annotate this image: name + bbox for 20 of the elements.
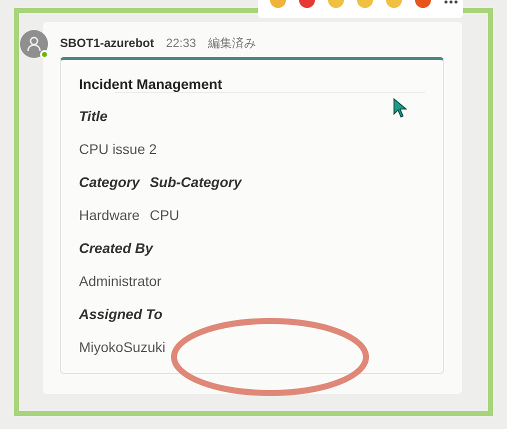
field-label: Title <box>79 107 108 126</box>
field-label: Category <box>79 173 140 192</box>
more-icon[interactable] <box>444 0 458 6</box>
card-title: Incident Management <box>79 75 224 94</box>
message-time: 22:33 <box>166 35 196 52</box>
edited-label: 編集済み <box>208 35 256 52</box>
field-value: MiyokoSuzuki <box>79 338 166 357</box>
cursor-icon <box>393 98 407 118</box>
field-value: Administrator <box>79 272 162 291</box>
field-value: CPU issue 2 <box>79 140 157 159</box>
field-label: Sub-Category <box>150 173 242 192</box>
emoji-icon[interactable] <box>415 0 431 8</box>
field-value: CPU <box>150 206 180 225</box>
sender-name: SBOT1-azurebot <box>60 35 154 52</box>
field-label: Assigned To <box>79 305 162 324</box>
person-icon <box>26 36 42 52</box>
emoji-icon[interactable] <box>299 0 315 8</box>
emoji-icon[interactable] <box>270 0 286 8</box>
field-label: Created By <box>79 239 153 258</box>
field-value: Hardware <box>79 206 140 225</box>
